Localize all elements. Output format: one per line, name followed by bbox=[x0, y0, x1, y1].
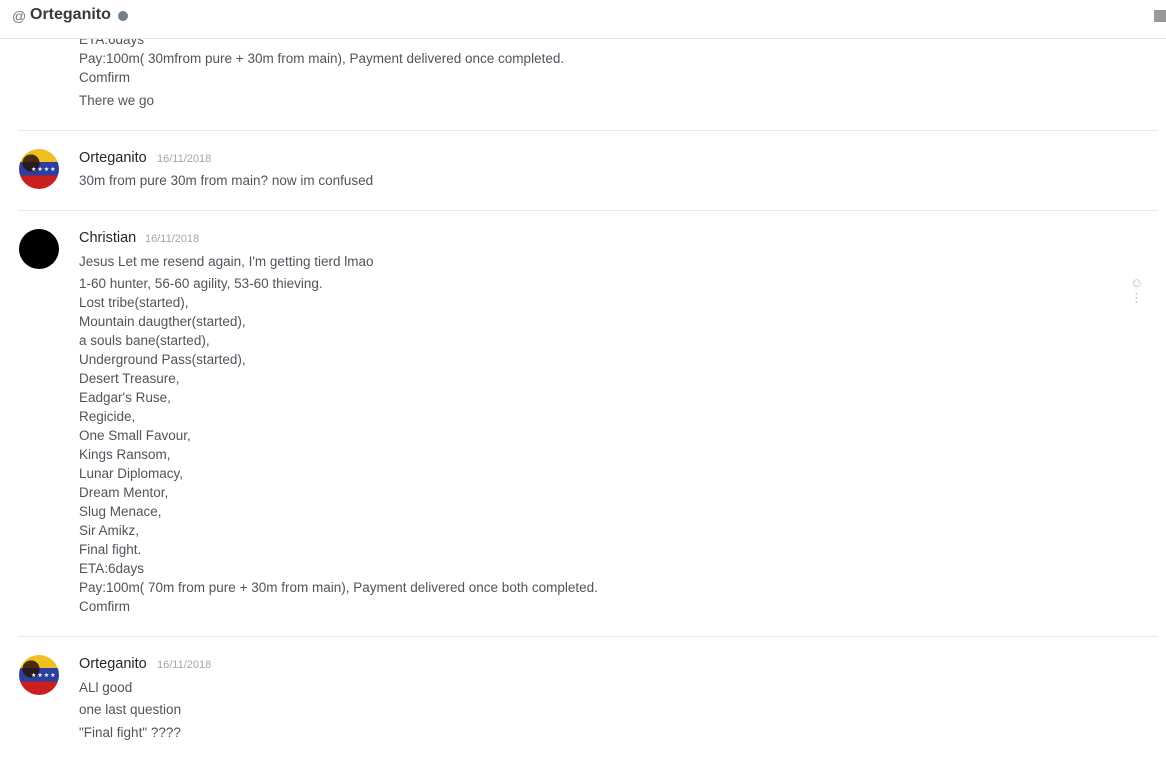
message-line: Mountain daugther(started), bbox=[79, 314, 246, 329]
message-author[interactable]: Christian bbox=[79, 230, 136, 246]
message-author[interactable]: Orteganito bbox=[79, 656, 147, 672]
message-timestamp: 16/11/2018 bbox=[157, 153, 212, 165]
avatar[interactable]: ★★★★ bbox=[19, 655, 59, 695]
message-line: Underground Pass(started), bbox=[79, 352, 246, 367]
message-line: Desert Treasure, bbox=[79, 371, 180, 386]
message-line: Comfirm bbox=[79, 599, 130, 614]
message-line: 30m from pure 30m from main? now im conf… bbox=[79, 173, 374, 188]
message-timestamp: 16/11/2018 bbox=[157, 659, 212, 671]
add-reaction-icon[interactable]: ☺ bbox=[1130, 275, 1143, 290]
at-icon: @ bbox=[12, 8, 27, 24]
avatar[interactable] bbox=[19, 229, 59, 269]
status-dot-icon bbox=[118, 11, 128, 21]
message-divider bbox=[18, 130, 1158, 131]
message-line: Sir Amikz, bbox=[79, 523, 140, 538]
message-line: Pay:100m( 70m from pure + 30m from main)… bbox=[79, 580, 598, 595]
message-line: Pay:100m( 30mfrom pure + 30m from main),… bbox=[79, 51, 565, 66]
message-line: One Small Favour, bbox=[79, 428, 191, 443]
message-line: Final fight. bbox=[79, 542, 142, 557]
message-line: a souls bane(started), bbox=[79, 333, 210, 348]
more-options-icon[interactable]: ⋮ bbox=[1130, 290, 1143, 305]
message-timestamp: 16/11/2018 bbox=[145, 233, 200, 245]
channel-header: @ Orteganito bbox=[0, 0, 1166, 39]
message-line: ETA:6days bbox=[79, 561, 145, 576]
message-line: Comfirm bbox=[79, 70, 130, 85]
message-line: Jesus Let me resend again, I'm getting t… bbox=[79, 254, 374, 269]
message-line: Slug Menace, bbox=[79, 504, 162, 519]
message-line: Lost tribe(started), bbox=[79, 295, 189, 310]
message-line: 1-60 hunter, 56-60 agility, 53-60 thievi… bbox=[79, 276, 323, 291]
message-line: There we go bbox=[79, 93, 155, 108]
message-author[interactable]: Orteganito bbox=[79, 150, 147, 166]
message-line: "Final fight" ???? bbox=[79, 725, 181, 740]
message-actions: ☺⋮ bbox=[1130, 275, 1166, 306]
message-line: one last question bbox=[79, 702, 182, 717]
chat-area: ETA:6days Pay:100m( 30mfrom pure + 30m f… bbox=[0, 0, 1166, 761]
dm-username[interactable]: Orteganito bbox=[30, 6, 111, 24]
message-line: Dream Mentor, bbox=[79, 485, 169, 500]
message-line: ALl good bbox=[79, 680, 133, 695]
message-line: Regicide, bbox=[79, 409, 136, 424]
message-line: Lunar Diplomacy, bbox=[79, 466, 184, 481]
message-line: Kings Ransom, bbox=[79, 447, 171, 462]
avatar[interactable]: ★★★★ bbox=[19, 149, 59, 189]
message-divider bbox=[18, 210, 1158, 211]
menu-icon[interactable] bbox=[1154, 10, 1166, 22]
message-divider bbox=[18, 636, 1158, 637]
message-line: Eadgar's Ruse, bbox=[79, 390, 171, 405]
